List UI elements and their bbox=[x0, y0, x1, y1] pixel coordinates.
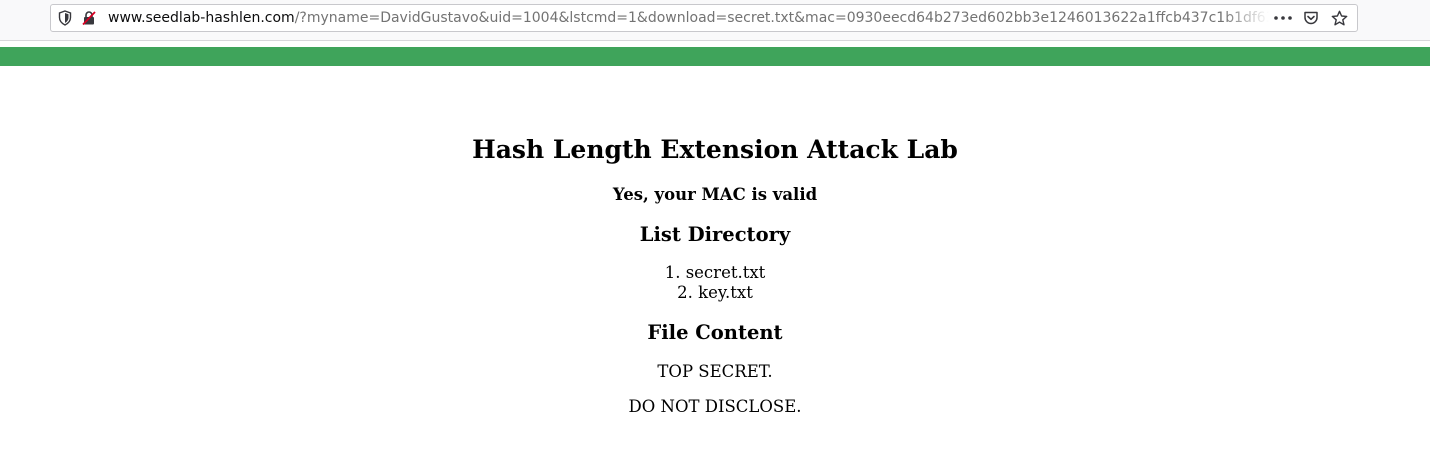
page-actions bbox=[1269, 5, 1353, 31]
insecure-lock-icon[interactable] bbox=[78, 5, 100, 31]
url-text[interactable]: www.seedlab-hashlen.com/?myname=DavidGus… bbox=[108, 5, 1269, 31]
url-host: www.seedlab-hashlen.com bbox=[108, 10, 295, 26]
browser-toolbar: www.seedlab-hashlen.com/?myname=DavidGus… bbox=[0, 0, 1430, 41]
green-banner bbox=[0, 47, 1430, 66]
mac-status-message: Yes, your MAC is valid bbox=[612, 185, 818, 204]
file-content-line: TOP SECRET. bbox=[657, 362, 773, 381]
list-item: 1. secret.txt bbox=[0, 263, 1430, 283]
star-icon[interactable] bbox=[1325, 5, 1353, 31]
list-item-filename: secret.txt bbox=[685, 263, 766, 282]
address-bar[interactable]: www.seedlab-hashlen.com/?myname=DavidGus… bbox=[50, 4, 1358, 32]
url-path: /?myname=DavidGustavo&uid=1004&lstcmd=1&… bbox=[294, 10, 1269, 26]
list-item-filename: key.txt bbox=[698, 282, 753, 302]
more-dots-icon[interactable] bbox=[1269, 5, 1297, 31]
list-item-number: 2. bbox=[677, 282, 693, 302]
list-item: 2. key.txt bbox=[0, 283, 1430, 303]
shield-icon[interactable] bbox=[54, 5, 76, 31]
page-title: Hash Length Extension Attack Lab bbox=[472, 135, 958, 164]
pocket-icon[interactable] bbox=[1297, 5, 1325, 31]
file-list: 1. secret.txt 2. key.txt bbox=[0, 263, 1430, 302]
list-directory-heading: List Directory bbox=[639, 223, 791, 246]
file-content-heading: File Content bbox=[647, 321, 783, 344]
file-content-line: DO NOT DISCLOSE. bbox=[628, 397, 802, 416]
list-item-number: 1. bbox=[664, 263, 681, 282]
